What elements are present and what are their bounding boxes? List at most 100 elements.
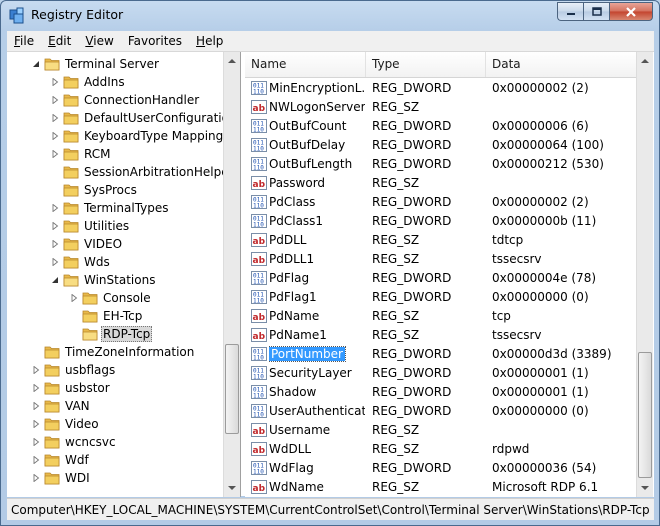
value-row-pddll1[interactable]: ab PdDLL1 REG_SZ tssecsrv — [245, 250, 636, 269]
reg-string-icon: ab — [251, 423, 267, 437]
tree-item-addins[interactable]: AddIns — [50, 73, 127, 91]
value-row-portnumber[interactable]: 011 110 PortNumber REG_DWORD 0x00000d3d (3… — [245, 345, 636, 364]
tree-item-rcm[interactable]: RCM — [50, 145, 112, 163]
collapsed-arrow-icon[interactable] — [31, 401, 41, 411]
tree-item-van[interactable]: VAN — [31, 397, 92, 415]
tree-item-wcncsvc[interactable]: wcncsvc — [31, 433, 118, 451]
tree-item-usbstor[interactable]: usbstor — [31, 379, 112, 397]
tree-item-video[interactable]: Video — [31, 415, 101, 433]
scroll-up-button[interactable] — [224, 52, 240, 69]
tree-item-timezoneinformation[interactable]: TimeZoneInformation — [31, 343, 196, 361]
collapsed-arrow-icon[interactable] — [50, 131, 60, 141]
value-row-username[interactable]: ab Username REG_SZ — [245, 421, 636, 440]
tree-item-label: TerminalTypes — [84, 201, 169, 215]
svg-text:110: 110 — [253, 412, 264, 419]
scroll-down-button[interactable] — [224, 479, 240, 496]
value-row-outbuflength[interactable]: 011 110 OutBufLength REG_DWORD 0x00000212 … — [245, 155, 636, 174]
tree-item-video[interactable]: VIDEO — [50, 235, 124, 253]
value-row-pdname[interactable]: ab PdName REG_SZ tcp — [245, 307, 636, 326]
collapsed-arrow-icon[interactable] — [31, 455, 41, 465]
value-row-minencryptionl[interactable]: 011 110 MinEncryptionL... REG_DWORD 0x0000… — [245, 79, 636, 98]
value-row-wddll[interactable]: ab WdDLL REG_SZ rdpwd — [245, 440, 636, 459]
tree-item-console[interactable]: Console — [69, 289, 153, 307]
tree-item-utilities[interactable]: Utilities — [50, 217, 131, 235]
values-scrollbar[interactable] — [636, 52, 653, 497]
collapsed-arrow-icon[interactable] — [50, 203, 60, 213]
collapsed-arrow-icon[interactable] — [69, 293, 79, 303]
value-row-outbufdelay[interactable]: 011 110 OutBufDelay REG_DWORD 0x00000064 (… — [245, 136, 636, 155]
tree-item-label: wcncsvc — [65, 435, 116, 449]
tree-item-wds[interactable]: Wds — [50, 253, 112, 271]
value-row-pdflag1[interactable]: 011 110 PdFlag1 REG_DWORD 0x00000000 (0) — [245, 288, 636, 307]
svg-text:110: 110 — [253, 355, 264, 362]
title-bar[interactable]: Registry Editor — [1, 1, 659, 31]
tree-item-wdf[interactable]: Wdf — [31, 451, 91, 469]
close-button[interactable] — [609, 2, 653, 21]
registry-editor-icon — [9, 7, 24, 24]
tree-item-label: TimeZoneInformation — [65, 345, 195, 359]
expanded-arrow-icon[interactable] — [31, 59, 41, 69]
maximize-button[interactable] — [583, 2, 609, 21]
tree-item-sysprocs[interactable]: SysProcs — [50, 181, 139, 199]
tree-item-terminaltypes[interactable]: TerminalTypes — [50, 199, 171, 217]
collapsed-arrow-icon[interactable] — [50, 77, 60, 87]
collapsed-arrow-icon[interactable] — [31, 365, 41, 375]
tree-item-label: WDI — [65, 471, 90, 485]
tree-item-rdp-tcp[interactable]: RDP-Tcp — [69, 325, 153, 343]
value-row-pddll[interactable]: ab PdDLL REG_SZ tdtcp — [245, 231, 636, 250]
value-row-wdname[interactable]: ab WdName REG_SZ Microsoft RDP 6.1 — [245, 478, 636, 497]
collapsed-arrow-icon[interactable] — [50, 257, 60, 267]
collapsed-arrow-icon[interactable] — [31, 383, 41, 393]
value-data: rdpwd — [492, 442, 530, 456]
menu-file[interactable]: File — [7, 34, 41, 48]
collapsed-arrow-icon[interactable] — [31, 437, 41, 447]
tree-pane[interactable]: Terminal Server AddIns ConnectionHandler… — [7, 52, 241, 497]
tree-item-eh-tcp[interactable]: EH-Tcp — [69, 307, 144, 325]
collapsed-arrow-icon[interactable] — [50, 113, 60, 123]
close-icon — [626, 6, 636, 17]
expanded-arrow-icon[interactable] — [50, 275, 60, 285]
list-scroll-down-button[interactable] — [637, 479, 653, 496]
value-row-securitylayer[interactable]: 011 110 SecurityLayer REG_DWORD 0x00000001… — [245, 364, 636, 383]
value-row-wdflag[interactable]: 011 110 WdFlag REG_DWORD 0x00000036 (54) — [245, 459, 636, 478]
collapsed-arrow-icon[interactable] — [50, 221, 60, 231]
value-row-userauthenticat[interactable]: 011 110 UserAuthenticat... REG_DWORD 0x000… — [245, 402, 636, 421]
tree-item-terminal-server[interactable]: Terminal Server — [31, 55, 161, 73]
value-row-pdclass1[interactable]: 011 110 PdClass1 REG_DWORD 0x0000000b (11) — [245, 212, 636, 231]
value-row-pdflag[interactable]: 011 110 PdFlag REG_DWORD 0x0000004e (78) — [245, 269, 636, 288]
value-row-nwlogonserver[interactable]: ab NWLogonServer REG_SZ — [245, 98, 636, 117]
tree-item-wdi[interactable]: WDI — [31, 469, 92, 487]
value-row-pdclass[interactable]: 011 110 PdClass REG_DWORD 0x00000002 (2) — [245, 193, 636, 212]
tree-scroll-thumb[interactable] — [225, 344, 239, 434]
tree-item-connectionhandler[interactable]: ConnectionHandler — [50, 91, 201, 109]
value-row-pdname1[interactable]: ab PdName1 REG_SZ tssecsrv — [245, 326, 636, 345]
value-row-outbufcount[interactable]: 011 110 OutBufCount REG_DWORD 0x00000006 (… — [245, 117, 636, 136]
values-pane[interactable]: Name Type Data 011 110 MinEncryptionL...… — [245, 52, 654, 497]
tree-item-sessionarbitrationhelper[interactable]: SessionArbitrationHelper — [50, 163, 236, 181]
list-scroll-thumb[interactable] — [638, 352, 652, 478]
reg-string-icon: ab — [251, 233, 267, 247]
svg-text:ab: ab — [253, 446, 266, 456]
column-header-type[interactable]: Type — [366, 52, 486, 77]
tree-item-winstations[interactable]: WinStations — [50, 271, 157, 289]
minimize-button[interactable] — [557, 2, 583, 21]
collapsed-arrow-icon[interactable] — [50, 95, 60, 105]
menu-edit[interactable]: Edit — [41, 34, 78, 48]
menu-favorites[interactable]: Favorites — [121, 34, 189, 48]
tree-item-usbflags[interactable]: usbflags — [31, 361, 117, 379]
list-scroll-up-button[interactable] — [637, 52, 653, 69]
collapsed-arrow-icon[interactable] — [31, 473, 41, 483]
collapsed-arrow-icon[interactable] — [50, 239, 60, 249]
collapsed-arrow-icon[interactable] — [31, 419, 41, 429]
menu-view[interactable]: View — [78, 34, 120, 48]
column-header-data[interactable]: Data — [486, 52, 636, 77]
menu-help[interactable]: Help — [189, 34, 230, 48]
column-header-name[interactable]: Name — [245, 52, 366, 77]
value-row-shadow[interactable]: 011 110 Shadow REG_DWORD 0x00000001 (1) — [245, 383, 636, 402]
tree-scrollbar[interactable] — [223, 52, 240, 497]
tree-item-label: usbflags — [65, 363, 116, 377]
tree-item-keyboardtype-mapping[interactable]: KeyboardType Mapping — [50, 127, 225, 145]
collapsed-arrow-icon[interactable] — [50, 149, 60, 159]
tree-item-defaultuserconfiguration[interactable]: DefaultUserConfiguration — [50, 109, 239, 127]
value-row-password[interactable]: ab Password REG_SZ — [245, 174, 636, 193]
